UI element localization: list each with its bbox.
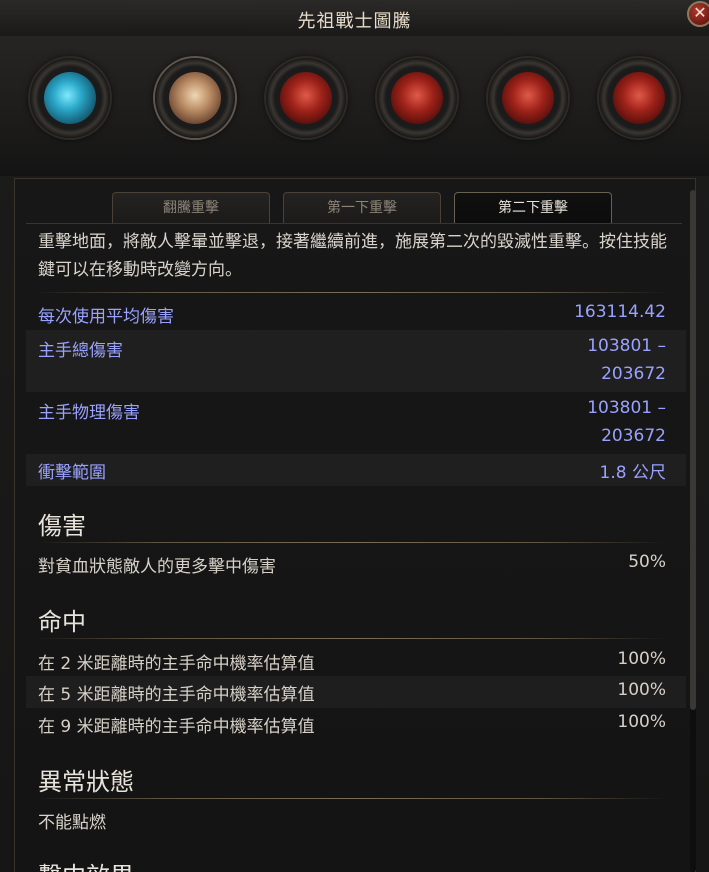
tab-second-slam[interactable]: 第二下重擊 [454,192,612,224]
window-title: 先祖戰士圖騰 [297,11,412,32]
detail-label: 在 5 米距離時的主手命中機率估算值 [38,685,315,705]
detail-row: 在 5 米距離時的主手命中機率估算值 100% [26,676,686,708]
close-button[interactable]: ✕ [687,1,709,27]
stat-row: 每次使用平均傷害 163114.42 [26,298,686,330]
detail-row: 在 2 米距離時的主手命中機率估算值 100% [26,646,686,676]
detail-value: 100% [617,649,666,669]
tab-first-slam[interactable]: 第一下重擊 [283,192,441,224]
detail-label: 在 2 米距離時的主手命中機率估算值 [38,654,315,674]
title-bar: 先祖戰士圖騰 ✕ [0,0,709,37]
red-orb-icon [613,72,665,124]
stat-label: 主手物理傷害 [38,403,140,423]
stat-label: 衝擊範圍 [38,463,106,483]
stat-row: 衝擊範圍 1.8 公尺 [26,454,686,486]
section-title-status: 異常狀態 [38,768,134,796]
section-title-next: 擊中效果 [38,856,134,872]
tab-divider [26,223,682,224]
stat-value: 103801 – [587,398,666,418]
skill-slot-5[interactable] [488,58,568,138]
separator [34,638,666,639]
skill-slot-3[interactable] [266,58,346,138]
stat-value: 163114.42 [574,302,666,322]
scrollbar[interactable] [690,190,696,872]
detail-label: 在 9 米距離時的主手命中機率估算值 [38,717,315,737]
stat-label: 每次使用平均傷害 [38,307,174,327]
skill-icon-strip [0,36,709,176]
stat-value: 1.8 公尺 [599,463,666,483]
red-orb-icon [502,72,554,124]
stat-row: 主手物理傷害 103801 – 203672 [26,392,686,454]
separator [34,798,666,799]
skill-slot-6[interactable] [599,58,679,138]
status-text: 不能點燃 [38,813,106,833]
tan-orb-icon [169,72,221,124]
tab-bar: 翻騰重擊 第一下重擊 第二下重擊 [0,190,709,224]
section-title-hit: 命中 [38,608,86,636]
blue-orb-icon [44,72,96,124]
skill-slot-2[interactable] [155,58,235,138]
detail-value: 50% [628,552,666,572]
stat-value: 103801 – [587,336,666,356]
separator [34,542,666,543]
skill-description: 重擊地面，將敵人擊暈並擊退，接著繼續前進，施展第二次的毀滅性重擊。按住技能鍵可以… [38,232,667,280]
close-icon: ✕ [693,3,707,22]
detail-value: 100% [617,680,666,700]
stat-row: 主手總傷害 103801 – 203672 [26,330,686,392]
detail-label: 對貧血狀態敵人的更多擊中傷害 [38,557,276,577]
tab-leap-slam[interactable]: 翻騰重擊 [112,192,270,224]
detail-row: 在 9 米距離時的主手命中機率估算值 100% [26,708,686,740]
red-orb-icon [280,72,332,124]
detail-value: 100% [617,712,666,732]
separator [34,292,666,293]
skill-slot-4[interactable] [377,58,457,138]
detail-row: 對貧血狀態敵人的更多擊中傷害 50% [26,550,686,580]
red-orb-icon [391,72,443,124]
scroll-thumb[interactable] [690,190,696,710]
section-title-damage: 傷害 [38,512,86,540]
skill-slot-1[interactable] [30,58,110,138]
stat-value: 203672 [601,426,666,446]
stat-value: 203672 [601,364,666,384]
skill-window: 先祖戰士圖騰 ✕ 翻騰重擊 第一下重擊 第二下重擊 重擊地面，將敵人擊暈並擊退，… [0,0,709,872]
stat-label: 主手總傷害 [38,341,123,361]
